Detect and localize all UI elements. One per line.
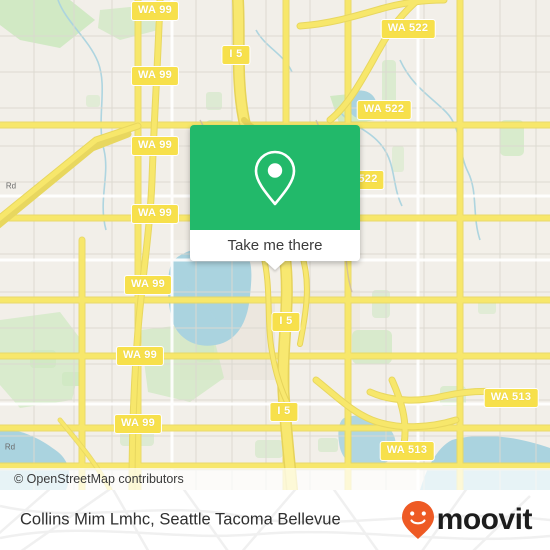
callout-action-bar[interactable]: Take me there <box>190 230 360 270</box>
road-shield-label: I 5 <box>221 45 251 65</box>
road-shield-label: I 5 <box>271 312 301 332</box>
road-shield-label: I 5 <box>269 402 299 422</box>
road-shield-label: WA 513 <box>483 388 539 408</box>
moovit-wordmark: moovit <box>436 503 533 536</box>
map-canvas[interactable]: WA 99 WA 522 I 5 WA 99 WA 522 WA 99 522 WA 99 WA… <box>0 0 550 490</box>
road-shield-label: WA 99 <box>130 136 180 156</box>
road-shield-label: WA 513 <box>379 441 435 461</box>
road-shield-label: WA 99 <box>113 414 163 434</box>
street-label: Rd <box>4 442 16 452</box>
road-shield-label: WA 99 <box>130 1 180 21</box>
take-me-there-callout[interactable]: Take me there <box>190 125 360 270</box>
street-label: Rd <box>5 181 17 191</box>
callout-icon-panel <box>190 125 360 230</box>
map-pin-icon <box>254 150 296 205</box>
callout-pointer-tail <box>265 261 285 270</box>
attribution-text: © OpenStreetMap contributors <box>14 472 184 486</box>
road-shield-label: WA 99 <box>123 275 173 295</box>
map-screenshot: WA 99 WA 522 I 5 WA 99 WA 522 WA 99 522 WA 99 WA… <box>0 0 550 550</box>
place-title: Collins Mim Lmhc, Seattle Tacoma Bellevu… <box>20 510 341 529</box>
road-shield-label: WA 99 <box>130 204 180 224</box>
road-shield-label: WA 99 <box>130 66 180 86</box>
moovit-logo[interactable]: moovit <box>401 500 533 540</box>
road-shield-label: WA 99 <box>115 346 165 366</box>
road-shield-label: WA 522 <box>380 19 436 39</box>
callout-action-label: Take me there <box>227 237 323 254</box>
footer-bar: Collins Mim Lmhc, Seattle Tacoma Bellevu… <box>0 490 550 550</box>
road-shield-label: WA 522 <box>356 100 412 120</box>
moovit-pin-smile-icon <box>401 501 434 539</box>
map-attribution: © OpenStreetMap contributors <box>0 468 550 490</box>
